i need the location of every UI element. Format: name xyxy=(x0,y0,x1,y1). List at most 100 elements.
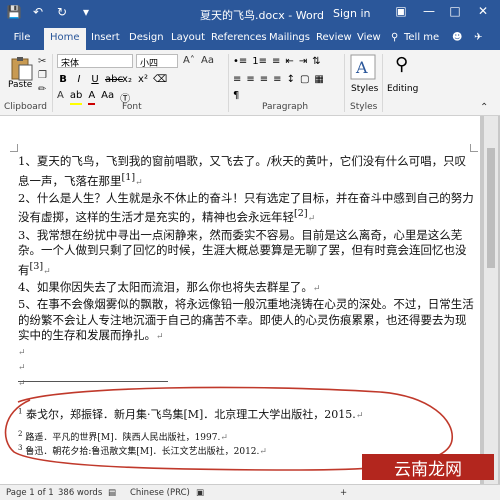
paste-button[interactable]: Paste xyxy=(8,80,32,90)
paragraph-mark: ↵ xyxy=(156,332,164,343)
find-icon[interactable]: ⚲ xyxy=(395,54,408,75)
change-case-icon[interactable]: Aa xyxy=(201,55,214,66)
separator xyxy=(344,54,345,112)
tab-file[interactable]: File xyxy=(0,28,44,50)
align-left-icon[interactable]: ≡ xyxy=(233,74,241,85)
document-page[interactable]: 1、夏天的飞鸟，飞到我的窗前唱歌，又飞去了。/秋天的黄叶，它们没有什么可唱，只叹… xyxy=(0,116,480,484)
paragraph-row-1: •≡ 1≡ ≡ ⇤ ⇥ ⇅ xyxy=(233,56,321,67)
bold-icon[interactable]: B xyxy=(57,74,69,85)
tab-tell-me[interactable]: Tell me xyxy=(404,32,439,43)
empty-paragraph: ↵ xyxy=(18,378,26,389)
status-bar: Page 1 of 1 386 words ▤ Chinese (PRC) ▣ … xyxy=(0,484,500,500)
char-shading-icon[interactable]: Aa xyxy=(101,90,114,105)
subscript-icon[interactable]: x₂ xyxy=(121,74,133,85)
tab-review[interactable]: Review xyxy=(316,32,352,43)
cut-icon[interactable]: ✂ xyxy=(38,56,46,67)
paragraph-row-2: ≡ ≡ ≡ ≡ ↕ ▢ ▦ xyxy=(233,74,324,85)
paragraph-mark: ↵ xyxy=(312,283,321,294)
paragraph-3: 3、我常想在纷扰中寻出一点闲静来，然而委实不容易。目前是这么离奇，心里是这么芜杂… xyxy=(18,227,467,277)
close-icon[interactable]: ✕ xyxy=(474,4,492,18)
paragraph-2: 2、什么是人生？人生就是永不休止的奋斗！只有选定了目标，并在奋斗中感到自己的努力… xyxy=(18,190,474,225)
proofing-icon[interactable]: ▤ xyxy=(108,488,116,498)
zoom-in-icon[interactable]: + xyxy=(340,488,347,498)
format-painter-icon[interactable]: ✏ xyxy=(38,84,46,95)
page-count[interactable]: Page 1 of 1 xyxy=(6,488,54,498)
ribbon-options-icon[interactable]: ▣ xyxy=(392,4,410,18)
separator xyxy=(228,54,229,112)
center-icon[interactable]: ≡ xyxy=(246,74,254,85)
scrollbar-thumb[interactable] xyxy=(487,148,495,268)
multilevel-list-icon[interactable]: ≡ xyxy=(272,56,280,67)
highlight-icon[interactable]: ab xyxy=(69,90,83,105)
footnote-ref-3: [3] xyxy=(29,260,44,272)
crop-mark xyxy=(10,144,18,152)
tab-insert[interactable]: Insert xyxy=(91,32,120,43)
paragraph-4: 4、如果你因失去了太阳而流泪，那么你也将失去群星了。↵ xyxy=(18,279,321,294)
tab-layout[interactable]: Layout xyxy=(171,32,205,43)
superscript-icon[interactable]: x² xyxy=(137,74,149,85)
empty-paragraph: ↵ xyxy=(18,347,26,358)
sort-icon[interactable]: ⇅ xyxy=(312,56,320,67)
increase-indent-icon[interactable]: ⇥ xyxy=(299,56,307,67)
footnote-ref-2: [2] xyxy=(294,208,308,220)
paragraph-group-label: Paragraph xyxy=(262,102,309,112)
align-right-icon[interactable]: ≡ xyxy=(260,74,268,85)
justify-icon[interactable]: ≡ xyxy=(273,74,281,85)
share-icon[interactable]: ✈ xyxy=(474,32,482,43)
bullets-icon[interactable]: •≡ xyxy=(233,56,247,67)
editing-button[interactable]: Editing xyxy=(387,84,418,94)
footnote-2[interactable]: 2 路遥．平凡的世界[M]．陕西人民出版社，1997.↵ xyxy=(18,430,228,443)
customize-qat-icon[interactable]: ▾ xyxy=(78,5,94,19)
paragraph-mark: ↵ xyxy=(135,177,143,188)
footnote-3[interactable]: 3 鲁迅．朝花夕拾:鲁迅散文集[M]．长江文艺出版社，2012.↵ xyxy=(18,444,267,457)
font-color-icon[interactable]: A xyxy=(88,90,96,105)
footnote-1[interactable]: 1 泰戈尔，郑振铎．新月集·飞鸟集[M]．北京理工大学出版社，2015.↵ xyxy=(18,406,363,422)
clear-format-icon[interactable]: ⌫ xyxy=(153,74,167,85)
document-body[interactable]: 1、夏天的飞鸟，飞到我的窗前唱歌，又飞去了。/秋天的黄叶，它们没有什么可唱，只叹… xyxy=(18,154,476,392)
redo-icon[interactable]: ↻ xyxy=(54,5,70,19)
tab-design[interactable]: Design xyxy=(129,32,164,43)
styles-icon[interactable]: A xyxy=(350,54,376,80)
font-name-box[interactable]: 宋体 xyxy=(57,54,133,69)
minimize-icon[interactable]: — xyxy=(420,4,438,18)
collapse-ribbon-icon[interactable]: ⌃ xyxy=(480,102,488,113)
watermark-logo: 云南龙网 xyxy=(362,454,494,480)
empty-paragraph: ↵ xyxy=(18,363,26,374)
separator xyxy=(382,54,383,112)
tab-references[interactable]: References xyxy=(211,32,267,43)
tab-home[interactable]: Home xyxy=(44,28,86,50)
strikethrough-icon[interactable]: abc xyxy=(105,74,123,85)
tab-view[interactable]: View xyxy=(357,32,381,43)
sign-in-link[interactable]: Sign in xyxy=(333,7,371,20)
show-marks-icon[interactable]: ¶ xyxy=(233,90,239,101)
paragraph-5: 5、在事不会像烟雾似的飘散，将永远像铅一般沉重地浇铸在心灵的深处。不过，日常生活… xyxy=(18,297,474,343)
copy-icon[interactable]: ❐ xyxy=(38,70,47,81)
grow-font-icon[interactable]: A˄ xyxy=(183,55,195,66)
tab-mailings[interactable]: Mailings xyxy=(269,32,310,43)
styles-button[interactable]: Styles xyxy=(351,84,378,94)
borders-icon[interactable]: ▦ xyxy=(314,74,323,85)
undo-icon[interactable]: ↶ xyxy=(30,5,46,19)
footnote-ref-1: [1] xyxy=(121,171,136,183)
paragraph-mark: ↵ xyxy=(43,266,51,277)
line-spacing-icon[interactable]: ↕ xyxy=(287,74,295,85)
italic-icon[interactable]: I xyxy=(73,74,85,85)
font-format-row: B I U abc x₂ x² ⌫ xyxy=(57,74,167,85)
text-effects-icon[interactable]: A xyxy=(57,90,64,105)
tell-me-icon[interactable]: ⚲ xyxy=(391,32,398,43)
title-bar: 💾 ↶ ↻ ▾ 夏天的飞鸟.docx - Word Sign in ▣ — □ … xyxy=(0,0,500,28)
decrease-indent-icon[interactable]: ⇤ xyxy=(285,56,293,67)
clipboard-group-label: Clipboard xyxy=(4,102,47,112)
font-size-box[interactable]: 小四 xyxy=(136,54,178,69)
language[interactable]: Chinese (PRC) xyxy=(130,488,190,498)
word-count[interactable]: 386 words xyxy=(58,488,102,498)
numbering-icon[interactable]: 1≡ xyxy=(252,56,267,67)
user-icon[interactable]: ☻ xyxy=(452,32,462,43)
save-icon[interactable]: 💾 xyxy=(6,5,22,19)
underline-icon[interactable]: U xyxy=(89,74,101,85)
maximize-icon[interactable]: □ xyxy=(446,4,464,18)
vertical-scrollbar[interactable] xyxy=(484,116,498,484)
macro-icon[interactable]: ▣ xyxy=(196,488,204,498)
shading-icon[interactable]: ▢ xyxy=(300,74,309,85)
font-group-label: Font xyxy=(122,102,142,112)
